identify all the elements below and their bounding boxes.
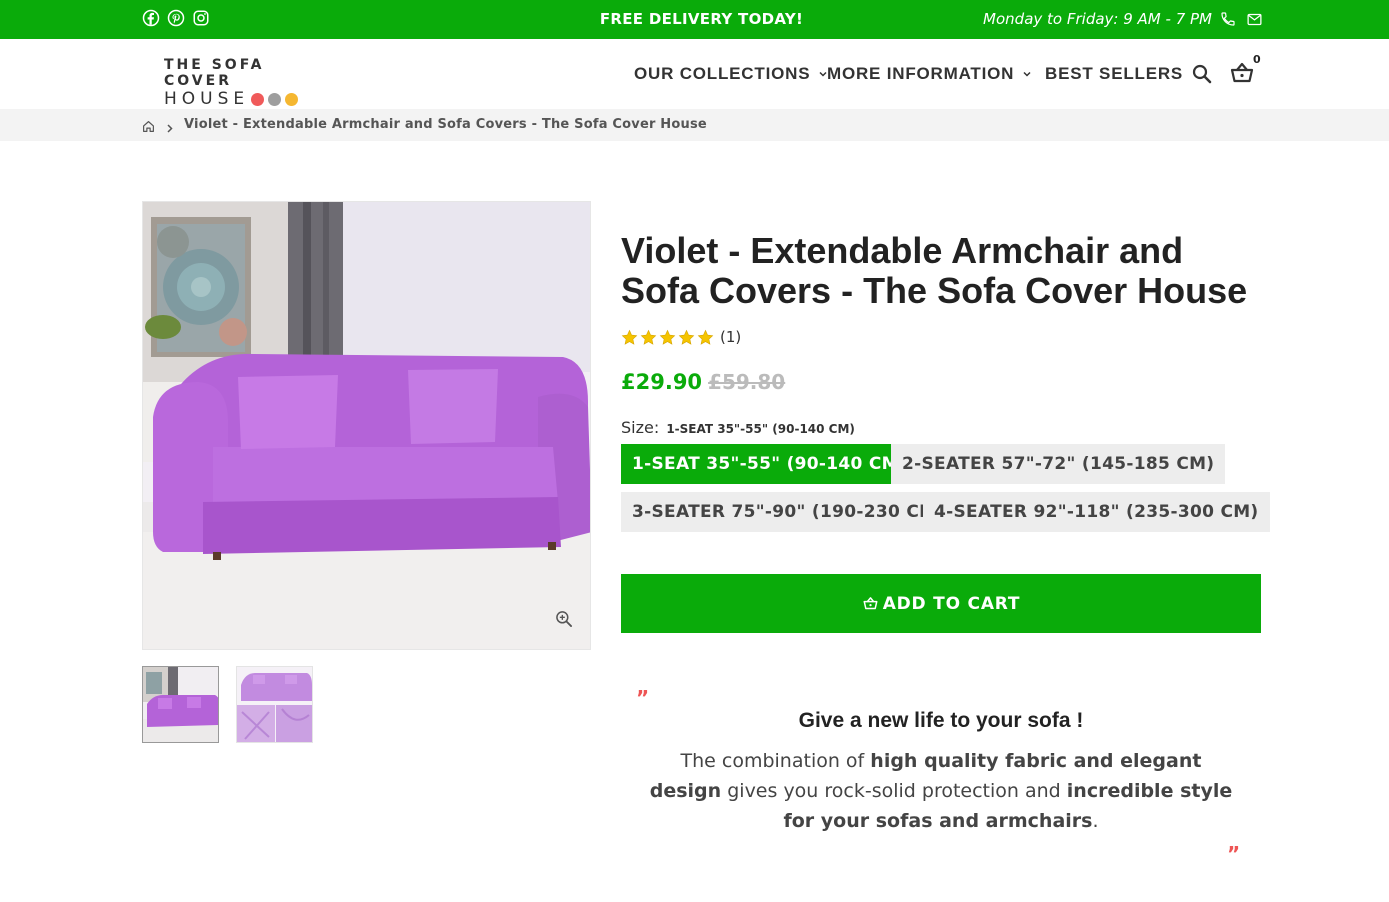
size-option-3-seater[interactable]: 3-SEATER 75"-90" (190-230 CM)	[621, 492, 956, 532]
product-main-image[interactable]	[142, 201, 591, 650]
star-icon	[659, 329, 676, 345]
star-icon	[621, 329, 638, 345]
mail-icon[interactable]	[1245, 10, 1263, 28]
product-thumbnail-2[interactable]	[236, 666, 313, 743]
quote-open-icon: ”	[636, 686, 650, 710]
nav-label: MORE INFORMATION	[827, 64, 1015, 83]
size-selected-value: 1-SEAT 35"-55" (90-140 CM)	[666, 422, 855, 436]
site-logo[interactable]: THE SOFA COVER HOUSE	[164, 57, 334, 108]
quote-close-icon: ”	[1227, 842, 1241, 866]
logo-line-1: THE SOFA COVER	[164, 57, 265, 89]
thumbnail-fabric-image	[237, 667, 312, 742]
nav-label: OUR COLLECTIONS	[634, 64, 811, 83]
chevron-right-icon	[165, 119, 174, 138]
size-label-text: Size:	[621, 418, 660, 437]
size-option-1-seat[interactable]: 1-SEAT 35"-55" (90-140 CM)	[621, 444, 918, 484]
cart-basket-icon[interactable]	[1229, 61, 1255, 85]
product-thumbnail-1[interactable]	[142, 666, 219, 743]
nav-label: BEST SELLERS	[1045, 64, 1184, 83]
logo-line-2-row: HOUSE	[164, 90, 334, 108]
chevron-down-icon	[1022, 69, 1032, 79]
testimonial-text-1: The combination of	[680, 750, 871, 772]
search-icon[interactable]	[1190, 62, 1214, 86]
star-icon	[678, 329, 695, 345]
sofa-photo	[143, 202, 590, 649]
nav-best-sellers[interactable]: BEST SELLERS	[1045, 64, 1183, 84]
nav-our-collections[interactable]: OUR COLLECTIONS	[634, 64, 828, 84]
breadcrumb-current: Violet - Extendable Armchair and Sofa Co…	[184, 117, 707, 132]
testimonial-body: The combination of high quality fabric a…	[645, 746, 1237, 836]
testimonial-heading: Give a new life to your sofa !	[798, 709, 1084, 732]
logo-dot-yellow	[285, 92, 299, 106]
cart-count-badge: 0	[1253, 53, 1261, 66]
size-option-2-seater[interactable]: 2-SEATER 57"-72" (145-185 CM)	[891, 444, 1226, 484]
compare-at-price: £59.80	[708, 370, 786, 394]
sale-price: £29.90	[621, 370, 703, 394]
cart-basket-icon	[862, 596, 879, 611]
site-header: THE SOFA COVER HOUSE OUR COLLECTIONS MOR…	[0, 39, 1389, 109]
rating-stars	[621, 329, 714, 346]
thumbnail-sofa-image	[143, 667, 218, 742]
logo-dot-red	[251, 92, 265, 106]
add-to-cart-button[interactable]: ADD TO CART	[621, 574, 1261, 633]
zoom-in-icon[interactable]	[554, 609, 574, 633]
product-title: Violet - Extendable Armchair and Sofa Co…	[621, 230, 1248, 311]
nav-more-information[interactable]: MORE INFORMATION	[827, 64, 1032, 84]
announcement-bar: FREE DELIVERY TODAY! Monday to Friday: 9…	[0, 0, 1389, 39]
product-price: £29.90 £59.80	[621, 370, 785, 394]
opening-hours: Monday to Friday: 9 AM - 7 PM	[983, 10, 1212, 28]
logo-dot-grey	[268, 92, 282, 106]
star-icon	[697, 329, 714, 345]
testimonial-text-2: gives you rock-solid protection and	[721, 780, 1067, 802]
breadcrumb: Violet - Extendable Armchair and Sofa Co…	[0, 109, 1389, 141]
phone-icon[interactable]	[1219, 10, 1237, 28]
testimonial-text-3: .	[1092, 810, 1099, 832]
home-icon[interactable]	[142, 118, 155, 137]
star-icon	[640, 329, 657, 345]
add-to-cart-label: ADD TO CART	[882, 593, 1021, 614]
rating-count: (1)	[720, 328, 742, 346]
size-selector-label: Size: 1-SEAT 35"-55" (90-140 CM)	[621, 418, 855, 437]
product-rating[interactable]: (1)	[621, 328, 741, 346]
size-option-4-seater[interactable]: 4-SEATER 92"-118" (235-300 CM)	[923, 492, 1270, 532]
logo-line-2: HOUSE	[164, 89, 250, 109]
contact-links	[1219, 10, 1263, 28]
